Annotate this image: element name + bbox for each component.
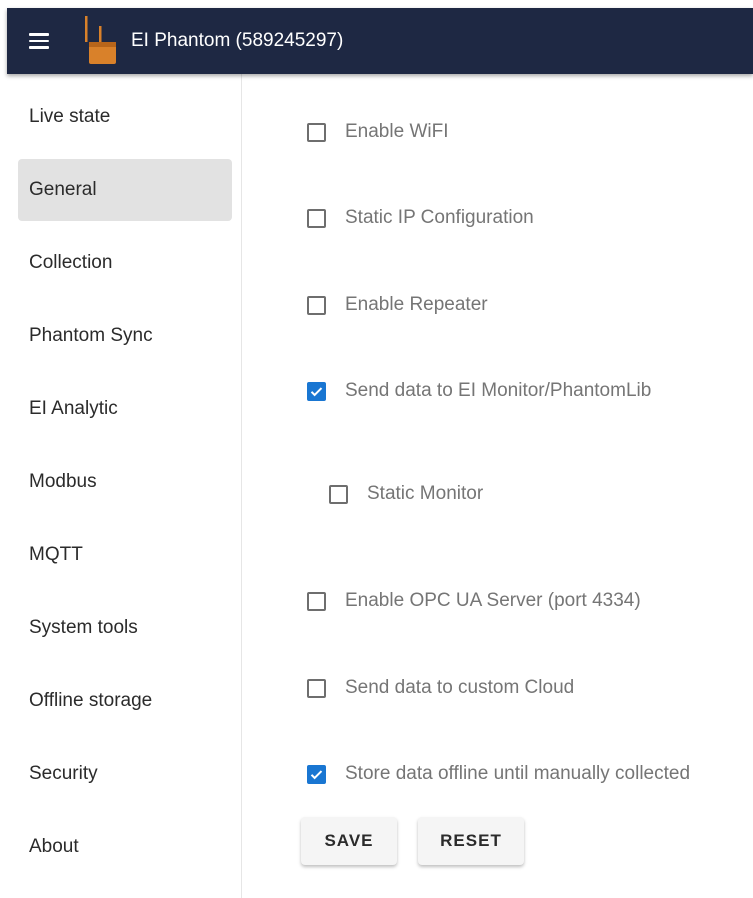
send-to-monitor-checkbox[interactable] <box>307 381 326 401</box>
phantom-device-logo <box>85 16 116 64</box>
sidebar-item-security[interactable]: Security <box>18 743 232 805</box>
sidebar-nav: Live state General Collection Phantom Sy… <box>7 74 242 898</box>
enable-repeater-label: Enable Repeater <box>345 294 488 315</box>
static-ip-option[interactable]: Static IP Configuration <box>307 207 534 229</box>
enable-opc-ua-option[interactable]: Enable OPC UA Server (port 4334) <box>307 590 641 612</box>
sidebar-item-about[interactable]: About <box>18 816 232 878</box>
static-monitor-label: Static Monitor <box>367 483 484 504</box>
enable-opc-ua-checkbox[interactable] <box>307 591 326 611</box>
custom-cloud-option[interactable]: Send data to custom Cloud <box>307 677 574 699</box>
sidebar-item-offline-storage[interactable]: Offline storage <box>18 670 232 732</box>
reset-button[interactable]: RESET <box>418 817 524 865</box>
sidebar-item-live-state[interactable]: Live state <box>18 86 232 148</box>
store-offline-label: Store data offline until manually collec… <box>345 763 691 784</box>
enable-wifi-option[interactable]: Enable WiFI <box>307 121 448 143</box>
enable-repeater-checkbox[interactable] <box>307 295 326 315</box>
enable-opc-ua-label: Enable OPC UA Server (port 4334) <box>345 590 641 611</box>
store-offline-option[interactable]: Store data offline until manually collec… <box>307 763 690 785</box>
checkmark-icon <box>310 386 323 396</box>
custom-cloud-checkbox[interactable] <box>307 678 326 698</box>
checkmark-icon <box>310 769 323 779</box>
save-button[interactable]: SAVE <box>301 817 397 865</box>
app-bar: EI Phantom (589245297) <box>7 8 753 74</box>
enable-repeater-option[interactable]: Enable Repeater <box>307 294 488 316</box>
static-ip-checkbox[interactable] <box>307 208 326 228</box>
static-ip-label: Static IP Configuration <box>345 207 534 228</box>
sidebar-item-phantom-sync[interactable]: Phantom Sync <box>18 305 232 367</box>
enable-wifi-checkbox[interactable] <box>307 122 326 142</box>
sidebar-item-mqtt[interactable]: MQTT <box>18 524 232 586</box>
static-monitor-option[interactable]: Static Monitor <box>329 483 483 505</box>
hamburger-menu-icon[interactable] <box>29 27 57 55</box>
store-offline-checkbox[interactable] <box>307 764 326 784</box>
sidebar-item-general[interactable]: General <box>18 159 232 221</box>
enable-wifi-label: Enable WiFI <box>345 121 449 142</box>
app-title: EI Phantom (589245297) <box>131 30 344 51</box>
static-monitor-checkbox[interactable] <box>329 484 348 504</box>
send-to-monitor-label: Send data to EI Monitor/PhantomLib <box>345 380 652 401</box>
sidebar-item-ei-analytic[interactable]: EI Analytic <box>18 378 232 440</box>
sidebar-item-collection[interactable]: Collection <box>18 232 232 294</box>
send-to-monitor-option[interactable]: Send data to EI Monitor/PhantomLib <box>307 380 651 402</box>
sidebar-item-modbus[interactable]: Modbus <box>18 451 232 513</box>
sidebar-item-system-tools[interactable]: System tools <box>18 597 232 659</box>
custom-cloud-label: Send data to custom Cloud <box>345 677 575 698</box>
